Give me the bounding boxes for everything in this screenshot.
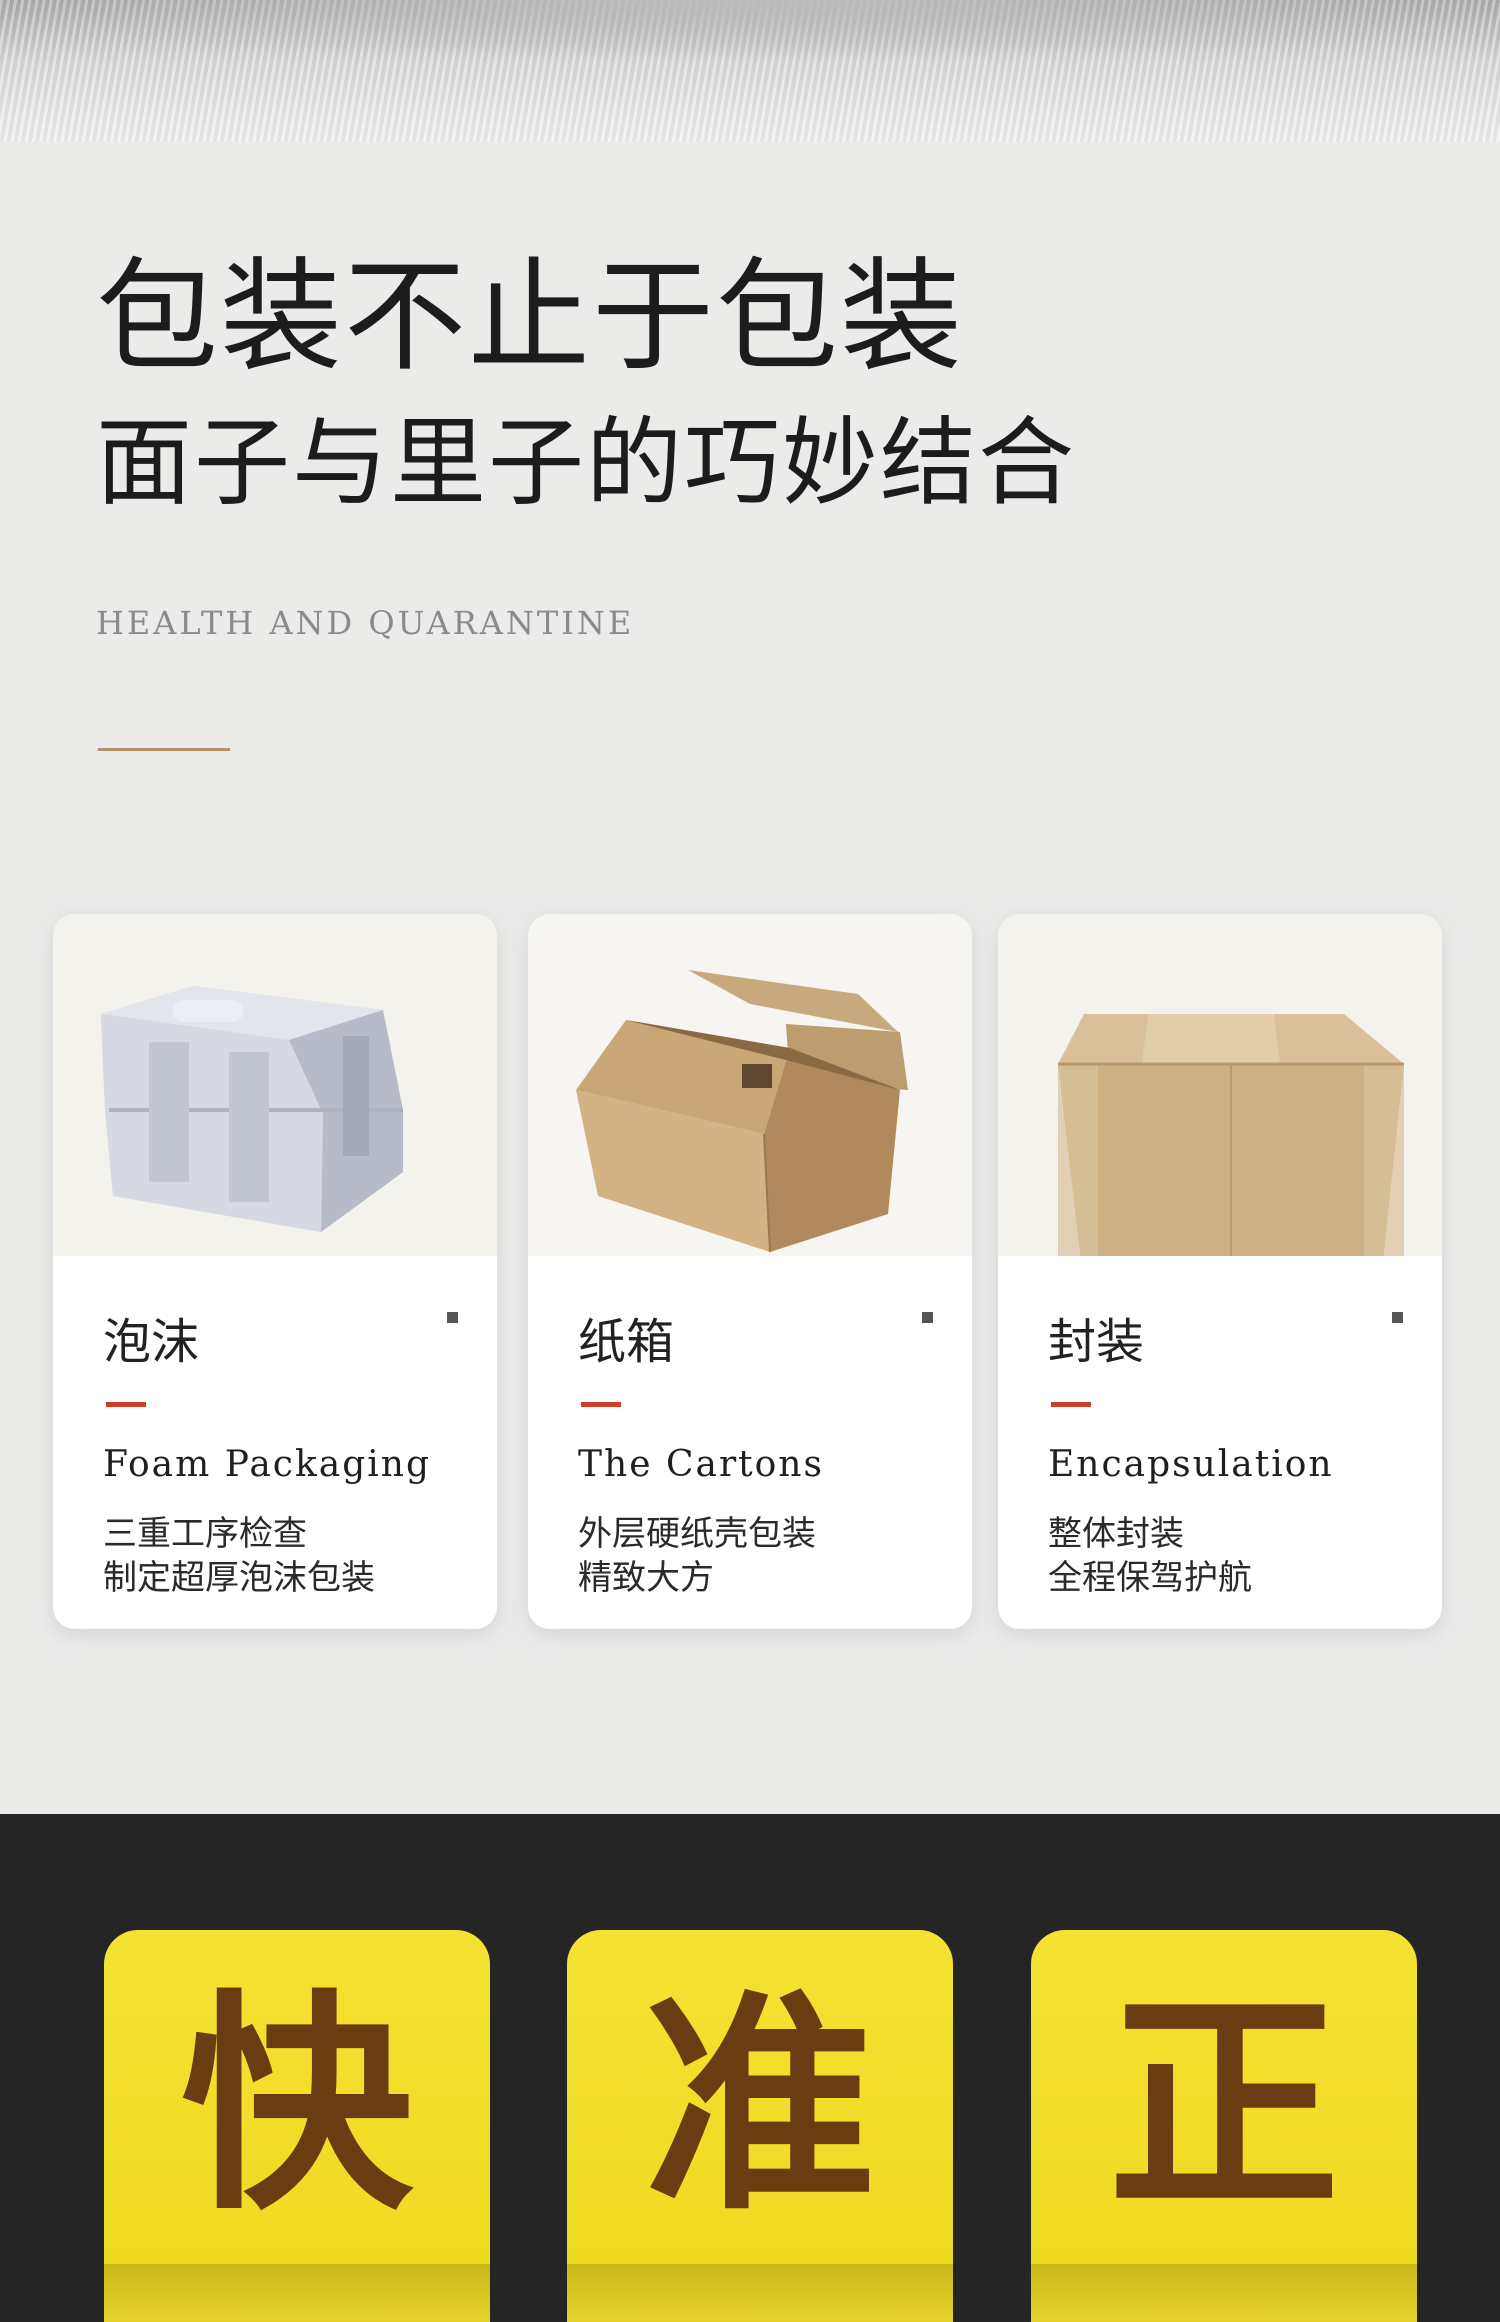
card-english-title: Foam Packaging xyxy=(103,1444,432,1485)
top-texture-band xyxy=(0,0,1500,142)
english-caption: HEALTH AND QUARANTINE xyxy=(96,604,635,642)
red-accent-bar xyxy=(581,1402,621,1407)
card-description: 三重工序检查 制定超厚泡沫包装 xyxy=(103,1512,375,1600)
card-title: 纸箱 xyxy=(578,1314,675,1370)
card-title: 封装 xyxy=(1048,1314,1145,1370)
foam-box-image xyxy=(53,914,497,1256)
packaging-card-sealed: 封装 Encapsulation 整体封装 全程保驾护航 xyxy=(998,914,1442,1629)
page-subheadline: 面子与里子的巧妙结合 xyxy=(96,407,1076,519)
feature-tile-genuine: 正 xyxy=(1031,1930,1417,2322)
corner-square-icon xyxy=(1392,1312,1403,1323)
card-description: 整体封装 全程保驾护航 xyxy=(1048,1512,1252,1600)
packaging-card-carton: 纸箱 The Cartons 外层硬纸壳包装 精致大方 xyxy=(528,914,972,1629)
card-description-line: 外层硬纸壳包装 xyxy=(578,1514,816,1554)
card-description-line: 全程保驾护航 xyxy=(1048,1558,1252,1598)
card-description-line: 三重工序检查 xyxy=(103,1514,307,1554)
card-description: 外层硬纸壳包装 精致大方 xyxy=(578,1512,816,1600)
tile-shade xyxy=(567,2264,953,2322)
card-english-title: The Cartons xyxy=(578,1444,824,1485)
corner-square-icon xyxy=(922,1312,933,1323)
gold-divider xyxy=(98,748,230,751)
feature-tile-accurate: 准 xyxy=(567,1930,953,2322)
card-english-title: Encapsulation xyxy=(1048,1444,1334,1485)
tile-shade xyxy=(1031,2264,1417,2322)
card-title: 泡沫 xyxy=(103,1314,200,1370)
card-description-line: 精致大方 xyxy=(578,1558,714,1598)
page-headline: 包装不止于包装 xyxy=(96,246,964,388)
tile-glyph: 准 xyxy=(643,1971,876,2241)
tile-glyph: 正 xyxy=(1107,1971,1340,2241)
open-carton-image xyxy=(528,914,972,1256)
packaging-card-foam: 泡沫 Foam Packaging 三重工序检查 制定超厚泡沫包装 xyxy=(53,914,497,1629)
red-accent-bar xyxy=(106,1402,146,1407)
card-description-line: 整体封装 xyxy=(1048,1514,1184,1554)
card-description-line: 制定超厚泡沫包装 xyxy=(103,1558,375,1598)
corner-square-icon xyxy=(447,1312,458,1323)
tile-shade xyxy=(104,2264,490,2322)
tile-glyph: 快 xyxy=(180,1971,413,2241)
feature-tile-fast: 快 xyxy=(104,1930,490,2322)
red-accent-bar xyxy=(1051,1402,1091,1407)
sealed-carton-image xyxy=(998,914,1442,1256)
